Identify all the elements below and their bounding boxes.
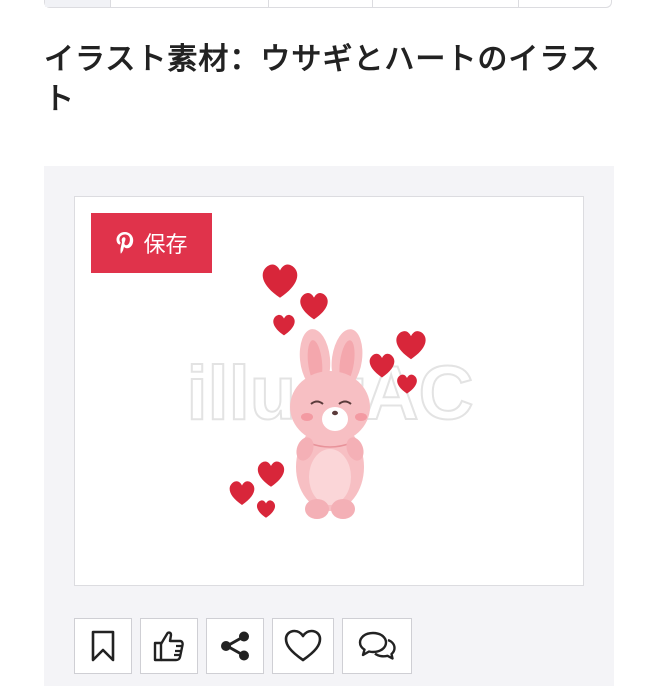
pinterest-save-button[interactable]: 保存 xyxy=(91,213,212,273)
heart-shape xyxy=(229,481,255,505)
action-bar xyxy=(74,618,412,674)
heart-shape xyxy=(256,500,276,518)
illustration-panel: illustAC xyxy=(44,166,614,686)
tab-2[interactable] xyxy=(111,0,269,7)
pinterest-icon xyxy=(116,232,134,254)
thumbs-up-icon xyxy=(153,631,184,662)
bookmark-icon xyxy=(91,630,115,662)
comment-icon xyxy=(358,631,396,660)
heart-shape xyxy=(273,314,295,336)
share-icon xyxy=(221,631,249,661)
tab-5[interactable] xyxy=(519,0,611,7)
heart-shape xyxy=(300,292,328,320)
comment-button[interactable] xyxy=(342,618,412,674)
tab-1[interactable] xyxy=(45,0,111,7)
tab-3[interactable] xyxy=(269,0,373,7)
like-button[interactable] xyxy=(140,618,198,674)
favorite-button[interactable] xyxy=(272,618,334,674)
tab-4[interactable] xyxy=(373,0,519,7)
heart-shape xyxy=(262,264,298,298)
illustration-image[interactable]: illustAC xyxy=(74,196,584,586)
save-button-label: 保存 xyxy=(143,233,188,258)
page-title: イラスト素材：ウサギとハートのイラスト xyxy=(44,42,601,117)
bookmark-button[interactable] xyxy=(74,618,132,674)
heart-shape xyxy=(257,461,285,487)
heart-icon xyxy=(284,629,322,662)
share-button[interactable] xyxy=(206,618,264,674)
top-tab-bar xyxy=(44,0,612,8)
